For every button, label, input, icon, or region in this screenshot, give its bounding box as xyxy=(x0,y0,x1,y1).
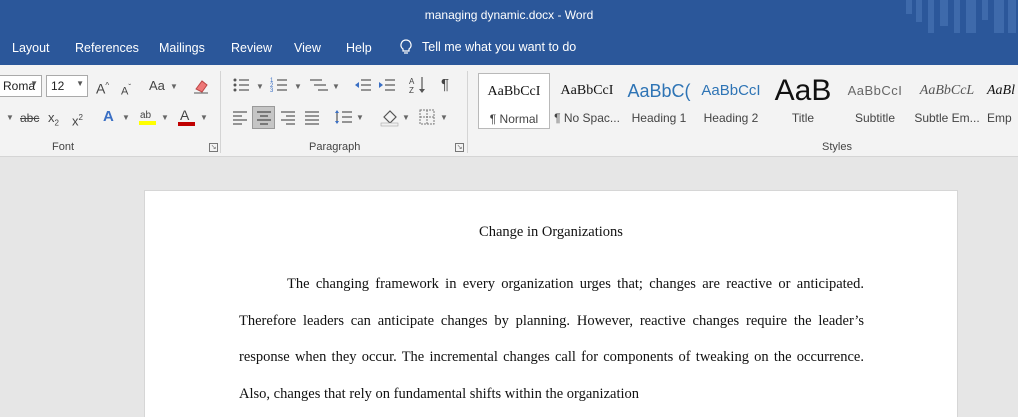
style-normal[interactable]: AaBbCcI ¶ Normal xyxy=(478,73,550,129)
chevron-down-icon: ▼ xyxy=(256,82,264,91)
style-subtitle-sample: AaBbCcI xyxy=(847,83,903,98)
superscript-icon[interactable]: x2 xyxy=(72,109,83,130)
paragraph-group-label: Paragraph xyxy=(309,141,361,153)
style-no-spacing-sample: AaBbCcI xyxy=(560,83,614,98)
style-subtle-emphasis[interactable]: AaBbCcL Subtle Em... xyxy=(911,73,983,129)
group-divider xyxy=(467,71,468,153)
style-title-label: Title xyxy=(791,111,815,125)
titlebar-decoration xyxy=(906,0,1016,33)
chevron-down-icon: ▼ xyxy=(76,79,84,88)
tab-review[interactable]: Review xyxy=(231,41,272,55)
svg-text:ab: ab xyxy=(140,110,152,121)
tell-me-text: Tell me what you want to do xyxy=(422,40,577,54)
style-emphasis[interactable]: AaBl Emp xyxy=(983,73,1018,129)
subscript-icon[interactable]: x2 xyxy=(48,109,59,133)
style-subtle-emphasis-label: Subtle Em... xyxy=(914,111,980,125)
svg-text:3: 3 xyxy=(270,88,274,94)
tell-me-box[interactable]: Tell me what you want to do xyxy=(400,39,576,55)
lightbulb-icon xyxy=(400,39,412,54)
line-spacing-icon[interactable] xyxy=(334,108,354,126)
document-paragraph: The changing framework in every organiza… xyxy=(239,276,864,403)
change-case-icon[interactable]: Aa xyxy=(149,77,165,95)
style-emphasis-sample: AaBl xyxy=(987,83,1015,98)
align-center-button[interactable] xyxy=(252,106,275,129)
decrease-indent-icon[interactable] xyxy=(353,76,373,94)
font-size-value: 12 xyxy=(51,79,65,93)
styles-group-label: Styles xyxy=(822,141,852,153)
align-center-icon xyxy=(257,111,271,125)
chevron-down-icon: ▼ xyxy=(30,79,38,88)
font-name-select[interactable]: Roma ▼ xyxy=(0,75,42,97)
window-title: managing dynamic.docx - Word xyxy=(424,8,594,22)
chevron-down-icon: ▼ xyxy=(356,113,364,122)
document-title: Change in Organizations xyxy=(479,224,623,240)
chevron-down-icon: ▼ xyxy=(332,82,340,91)
style-emphasis-label: Emp xyxy=(987,111,1012,125)
style-subtle-emphasis-sample: AaBbCcL xyxy=(919,83,975,98)
svg-text:Z: Z xyxy=(409,86,414,95)
text-effects-icon[interactable]: A xyxy=(103,108,114,126)
style-heading-2-label: Heading 2 xyxy=(703,111,759,125)
chevron-down-icon: ▼ xyxy=(200,113,208,122)
chevron-down-icon: ▼ xyxy=(161,113,169,122)
group-divider xyxy=(220,71,221,153)
style-title-sample: AaB xyxy=(774,74,832,107)
font-size-select[interactable]: 12 ▼ xyxy=(46,75,88,97)
style-heading-2-sample: AaBbCcI xyxy=(701,82,761,99)
increase-indent-icon[interactable] xyxy=(377,76,397,94)
style-subtitle-label: Subtitle xyxy=(854,111,896,125)
align-left-icon[interactable] xyxy=(231,108,249,126)
font-group-label: Font xyxy=(52,141,75,153)
sort-icon[interactable]: A Z xyxy=(409,75,427,95)
style-no-spacing-label: ¶ No Spac... xyxy=(554,111,620,125)
shrink-font-icon[interactable]: Aˇ xyxy=(121,79,131,101)
strikethrough-icon[interactable]: abc xyxy=(20,109,39,127)
style-normal-sample: AaBbCcI xyxy=(487,84,541,99)
tab-references[interactable]: References xyxy=(75,41,139,55)
multilevel-list-icon[interactable] xyxy=(308,76,330,94)
align-right-icon[interactable] xyxy=(279,108,297,126)
chevron-down-icon: ▼ xyxy=(122,113,130,122)
svg-text:A: A xyxy=(180,107,190,123)
clear-formatting-icon[interactable] xyxy=(192,77,210,95)
tab-view[interactable]: View xyxy=(294,41,321,55)
tab-layout[interactable]: Layout xyxy=(12,41,50,55)
style-heading-1[interactable]: AaBbC( Heading 1 xyxy=(623,73,695,129)
title-bar: managing dynamic.docx - Word xyxy=(0,0,1018,33)
document-canvas: Change in Organizations The changing fra… xyxy=(0,158,1018,417)
ribbon: Roma ▼ 12 ▼ A^ Aˇ Aa ▼ ▼ abc x2 x2 A ▼ a… xyxy=(0,65,1018,157)
style-subtitle[interactable]: AaBbCcI Subtitle xyxy=(839,73,911,129)
highlight-icon[interactable]: ab xyxy=(138,107,158,127)
style-normal-label: ¶ Normal xyxy=(489,112,539,126)
document-page[interactable]: Change in Organizations The changing fra… xyxy=(144,190,958,417)
shading-icon[interactable] xyxy=(380,107,400,127)
font-color-icon[interactable]: A xyxy=(177,107,197,127)
grow-font-icon[interactable]: A^ xyxy=(96,77,109,98)
justify-icon[interactable] xyxy=(303,108,321,126)
svg-text:A: A xyxy=(409,77,415,86)
chevron-down-icon: ▼ xyxy=(6,113,14,122)
style-heading-2[interactable]: AaBbCcI Heading 2 xyxy=(695,73,767,129)
ribbon-tabs: Layout References Mailings Review View H… xyxy=(0,33,1018,65)
chevron-down-icon: ▼ xyxy=(294,82,302,91)
style-heading-1-label: Heading 1 xyxy=(631,111,687,125)
bullets-icon[interactable] xyxy=(232,76,252,94)
font-dialog-launcher-icon[interactable]: ↘ xyxy=(209,143,218,152)
style-heading-1-sample: AaBbC( xyxy=(627,81,691,101)
tab-help[interactable]: Help xyxy=(346,41,372,55)
style-no-spacing[interactable]: AaBbCcI ¶ No Spac... xyxy=(551,73,623,129)
show-formatting-marks-icon[interactable]: ¶ xyxy=(441,76,449,94)
chevron-down-icon: ▼ xyxy=(440,113,448,122)
chevron-down-icon: ▼ xyxy=(402,113,410,122)
paragraph-dialog-launcher-icon[interactable]: ↘ xyxy=(455,143,464,152)
tab-mailings[interactable]: Mailings xyxy=(159,41,205,55)
numbering-icon[interactable]: 123 xyxy=(270,76,290,94)
style-title[interactable]: AaB Title xyxy=(767,73,839,129)
chevron-down-icon: ▼ xyxy=(170,82,178,91)
borders-icon[interactable] xyxy=(418,108,436,126)
